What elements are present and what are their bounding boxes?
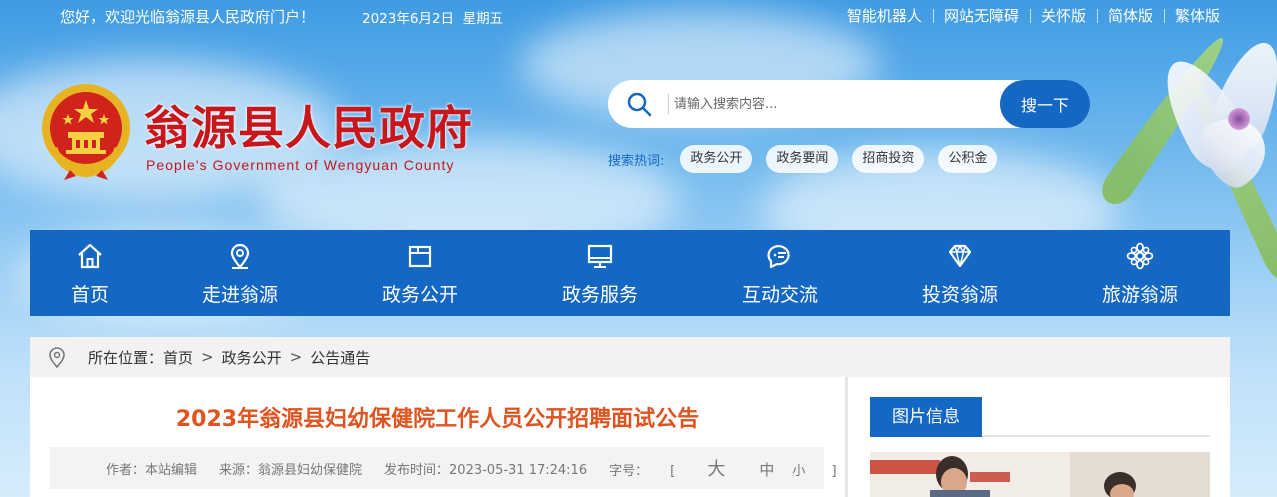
font-size-control: 字号： [ 大 中 小 ] — [609, 455, 858, 481]
link-traditional-chinese[interactable]: 繁体版 — [1163, 5, 1231, 26]
nav-label: 投资翁源 — [921, 284, 998, 306]
article-author: 作者：本站编辑 — [106, 462, 198, 478]
hot-words-label: 搜索热词: — [608, 153, 665, 169]
diamond-icon — [948, 244, 972, 268]
sidebar-tab-picture-info[interactable]: 图片信息 — [870, 397, 982, 437]
national-emblem-logo — [42, 84, 130, 180]
site-subtitle: People's Government of Wengyuan County — [146, 157, 455, 173]
breadcrumb-gov-affairs-open[interactable]: 政务公开 — [222, 347, 282, 368]
hot-word-gov-news[interactable]: 政务要闻 — [766, 145, 839, 173]
welcome-text: 您好，欢迎光临翁源县人民政府门户！ — [60, 8, 316, 26]
link-accessibility[interactable]: 网站无障碍 — [932, 5, 1030, 26]
search-icon — [627, 92, 652, 117]
breadcrumb: 所在位置： 首页 > 政务公开 > 公告通告 — [30, 337, 1230, 377]
breadcrumb-home[interactable]: 首页 — [163, 347, 193, 368]
nav-label: 政务服务 — [561, 284, 638, 306]
font-size-large[interactable]: 大 — [707, 459, 725, 480]
sidebar: 图片信息 — [848, 377, 1230, 497]
chat-icon — [767, 245, 790, 269]
location-pin-icon — [49, 347, 65, 368]
main-nav: 首页 走进翁源 政务公开 政务服务 互动交流 投资翁源 旅游翁源 — [30, 230, 1230, 316]
article-title: 2023年翁源县妇幼保健院工作人员公开招聘面试公告 — [175, 407, 700, 432]
link-smart-robot[interactable]: 智能机器人 — [836, 5, 933, 26]
article-panel: 2023年翁源县妇幼保健院工作人员公开招聘面试公告 作者：本站编辑 来源：翁源县… — [30, 377, 845, 497]
nav-item-tourism-wengyuan[interactable]: 旅游翁源 — [1050, 230, 1230, 316]
nav-item-gov-affairs-open[interactable]: 政务公开 — [330, 230, 510, 316]
breadcrumb-prefix: 所在位置： — [88, 348, 164, 367]
site-title: 翁源县人民政府 — [144, 101, 473, 155]
font-size-small[interactable]: 小 — [792, 464, 805, 479]
nav-item-about-wengyuan[interactable]: 走进翁源 — [150, 230, 330, 316]
search-input[interactable] — [674, 89, 994, 119]
sidebar-header: 图片信息 — [870, 397, 1210, 437]
font-size-label: 字号： — [609, 464, 649, 479]
breadcrumb-separator: > — [201, 348, 214, 366]
flower-icon — [1126, 242, 1154, 270]
nav-item-interaction[interactable]: 互动交流 — [690, 230, 870, 316]
bracket-open: [ — [670, 464, 676, 479]
monitor-icon — [587, 244, 613, 268]
nav-label: 走进翁源 — [201, 284, 278, 306]
nav-label: 互动交流 — [741, 284, 818, 306]
breadcrumb-separator: > — [289, 348, 303, 366]
font-size-medium[interactable]: 中 — [759, 461, 774, 479]
hot-words: 搜索热词: 政务公开 政务要闻 招商投资 公积金 — [608, 145, 1011, 173]
search-button[interactable]: 搜一下 — [1000, 80, 1090, 128]
link-simplified-chinese[interactable]: 简体版 — [1096, 5, 1164, 26]
nav-label: 政务公开 — [381, 284, 458, 306]
article-meta: 作者：本站编辑 来源：翁源县妇幼保健院 发布时间：2023-05-31 17:2… — [50, 447, 837, 489]
top-links: 智能机器人 网站无障碍 关怀版 简体版 繁体版 — [836, 5, 1231, 26]
folder-icon — [408, 245, 432, 268]
search-separator — [668, 94, 669, 114]
hot-word-gov-affairs-open[interactable]: 政务公开 — [680, 145, 753, 173]
top-bar: 您好，欢迎光临翁源县人民政府门户！ 2023年6月2日 星期五 智能机器人 网站… — [0, 0, 1277, 32]
current-date: 2023年6月2日 星期五 — [362, 11, 504, 27]
hot-word-housing-fund[interactable]: 公积金 — [938, 145, 998, 173]
breadcrumb-announcements[interactable]: 公告通告 — [310, 347, 370, 368]
nav-item-invest-wengyuan[interactable]: 投资翁源 — [870, 230, 1050, 316]
hot-word-investment[interactable]: 招商投资 — [852, 145, 925, 173]
location-pin-icon — [230, 243, 250, 269]
nav-item-home[interactable]: 首页 — [30, 230, 150, 316]
article-source: 来源：翁源县妇幼保健院 — [219, 462, 363, 478]
nav-item-gov-services[interactable]: 政务服务 — [510, 230, 690, 316]
news-photo[interactable] — [870, 452, 1210, 497]
home-icon — [78, 243, 102, 269]
article-publish-time: 发布时间：2023-05-31 17:24:16 — [384, 462, 588, 478]
nav-label: 首页 — [70, 284, 109, 306]
bracket-close: ] — [831, 464, 837, 479]
search-box: 搜一下 — [608, 80, 1090, 128]
nav-label: 旅游翁源 — [1101, 284, 1178, 306]
link-elderly-version[interactable]: 关怀版 — [1029, 5, 1097, 26]
